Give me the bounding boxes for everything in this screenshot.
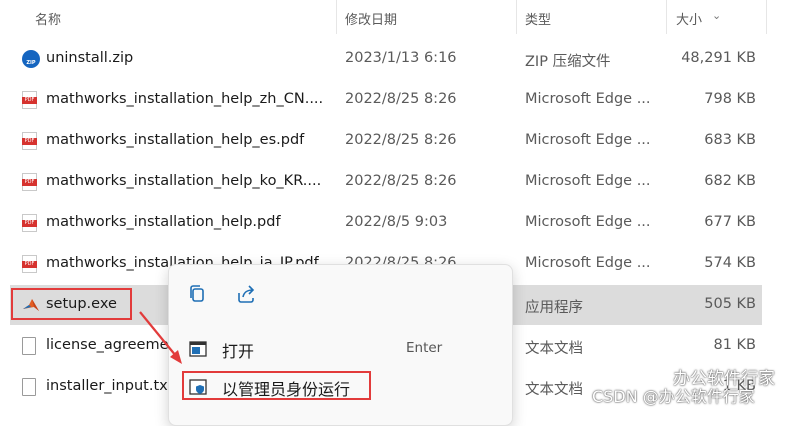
watermark-text: CSDN @办公软件行家 — [592, 387, 755, 406]
wechat-logo-icon — [650, 365, 670, 381]
red-arrow — [139, 311, 182, 364]
